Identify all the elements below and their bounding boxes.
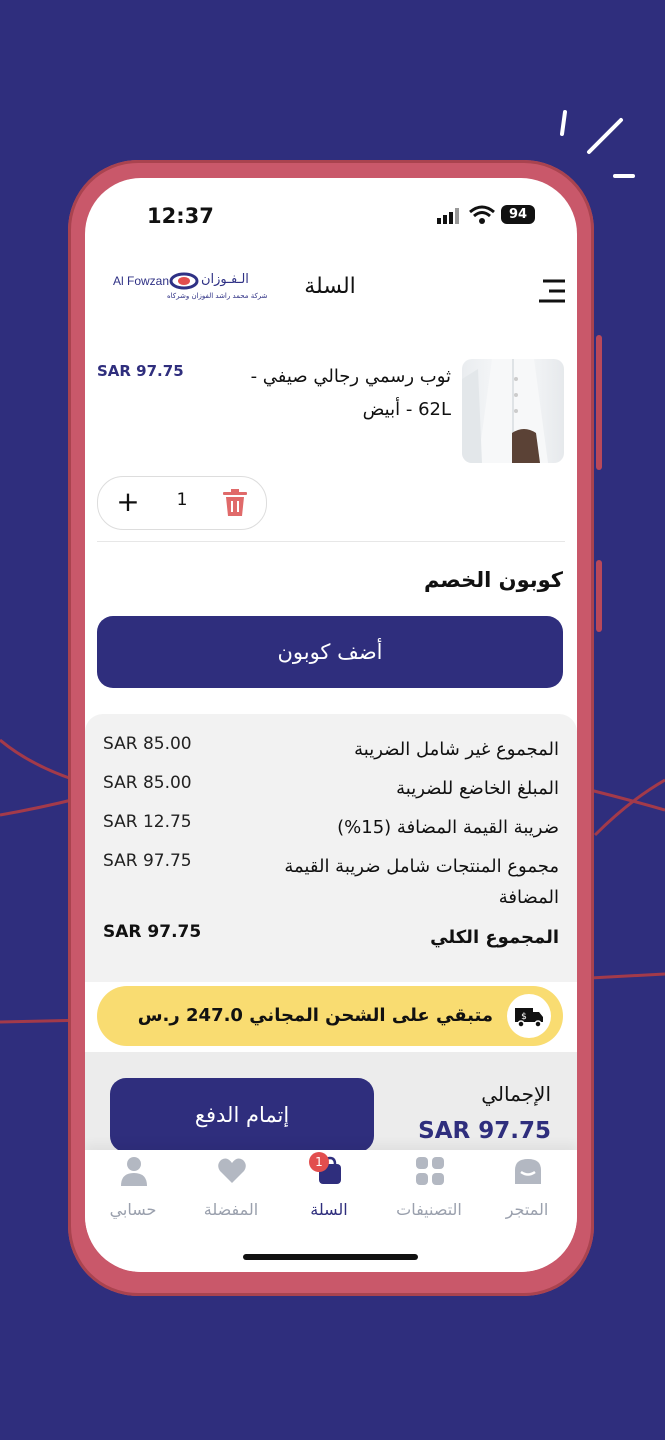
grid-icon [416, 1157, 444, 1185]
nav-cart-label: السلة [310, 1200, 348, 1219]
status-bar: 12:37 94 [85, 178, 577, 248]
product-name[interactable]: ثوب رسمي رجالي صيفي - 62L - أبيض [235, 360, 451, 426]
app-screen: 12:37 94 Al Fowzan الـفـوزان شركة محمد ر… [85, 178, 577, 1272]
summary-value: SAR 97.75 [103, 851, 192, 871]
logo-text-en: Al Fowzan [113, 274, 170, 288]
nav-favorites[interactable]: المفضلة [185, 1156, 277, 1226]
wifi-icon [469, 205, 495, 224]
summary-value: SAR 85.00 [103, 734, 192, 754]
grand-total-value: SAR 97.75 [103, 922, 202, 942]
brand-logo[interactable]: Al Fowzan الـفـوزان شركة محمد راشد الفوز… [109, 270, 268, 310]
menu-icon[interactable] [537, 278, 567, 304]
order-summary: المجموع غير شامل الضريبة SAR 85.00 المبل… [85, 714, 577, 982]
quantity-stepper: + 1 [97, 476, 267, 530]
summary-label: المبلغ الخاضع للضريبة [396, 778, 559, 799]
summary-value: SAR 85.00 [103, 773, 192, 793]
user-icon [121, 1157, 147, 1186]
svg-text:$: $ [521, 1012, 527, 1022]
divider [97, 541, 565, 542]
summary-row: ضريبة القيمة المضافة (15%) SAR 12.75 [103, 812, 559, 842]
phone-side-button [596, 335, 602, 470]
nav-cart[interactable]: 1 السلة [283, 1152, 375, 1226]
summary-value: SAR 12.75 [103, 812, 192, 832]
logo-mark-icon [169, 272, 199, 290]
free-shipping-banner: $ متبقي على الشحن المجاني 247.0 ر.س [97, 986, 563, 1046]
nav-store-label: المتجر [505, 1200, 549, 1219]
product-price: SAR 97.75 [97, 362, 184, 380]
summary-label: مجموع المنتجات شامل ضريبة القيمة المضافة [284, 856, 559, 908]
coupon-title: كوبون الخصم [423, 568, 563, 592]
grand-total-label: المجموع الكلي [430, 927, 559, 948]
phone-side-button [596, 560, 602, 632]
logo-text-ar: الـفـوزان [201, 272, 249, 287]
page-title: السلة [304, 274, 356, 299]
store-icon [515, 1159, 541, 1184]
total-label: الإجمالي [481, 1082, 551, 1106]
add-coupon-button[interactable]: أضف كوبون [97, 616, 563, 688]
trash-icon[interactable] [222, 489, 248, 517]
nav-account-label: حسابي [109, 1200, 157, 1219]
summary-row: مجموع المنتجات شامل ضريبة القيمة المضافة… [103, 851, 559, 915]
increase-quantity-button[interactable]: + [116, 487, 140, 517]
summary-row: المبلغ الخاضع للضريبة SAR 85.00 [103, 773, 559, 803]
total-value: SAR 97.75 [418, 1118, 551, 1144]
grand-total-row: المجموع الكلي SAR 97.75 [103, 922, 559, 952]
status-time: 12:37 [147, 204, 214, 228]
shipping-truck-icon: $ [507, 994, 551, 1038]
cart-count-badge: 1 [309, 1152, 329, 1172]
summary-label: المجموع غير شامل الضريبة [354, 739, 559, 760]
free-shipping-text: متبقي على الشحن المجاني 247.0 ر.س [137, 1005, 493, 1026]
signal-icon [437, 208, 459, 224]
product-image[interactable] [462, 359, 564, 463]
quantity-value: 1 [176, 490, 188, 510]
nav-favorites-label: المفضلة [203, 1200, 259, 1219]
home-indicator [243, 1254, 418, 1260]
battery-icon: 94 [501, 205, 535, 224]
nav-store[interactable]: المتجر [481, 1156, 573, 1226]
summary-label: ضريبة القيمة المضافة (15%) [337, 817, 559, 838]
nav-categories-label: التصنيفات [396, 1200, 462, 1219]
thobe-illustration [462, 359, 548, 463]
logo-subtitle: شركة محمد راشد الفوزان وشركاه [167, 292, 268, 300]
nav-account[interactable]: حسابي [87, 1156, 179, 1226]
heart-icon [218, 1158, 246, 1183]
summary-row: المجموع غير شامل الضريبة SAR 85.00 [103, 734, 559, 764]
checkout-button[interactable]: إتمام الدفع [110, 1078, 374, 1152]
nav-categories[interactable]: التصنيفات [383, 1156, 475, 1226]
